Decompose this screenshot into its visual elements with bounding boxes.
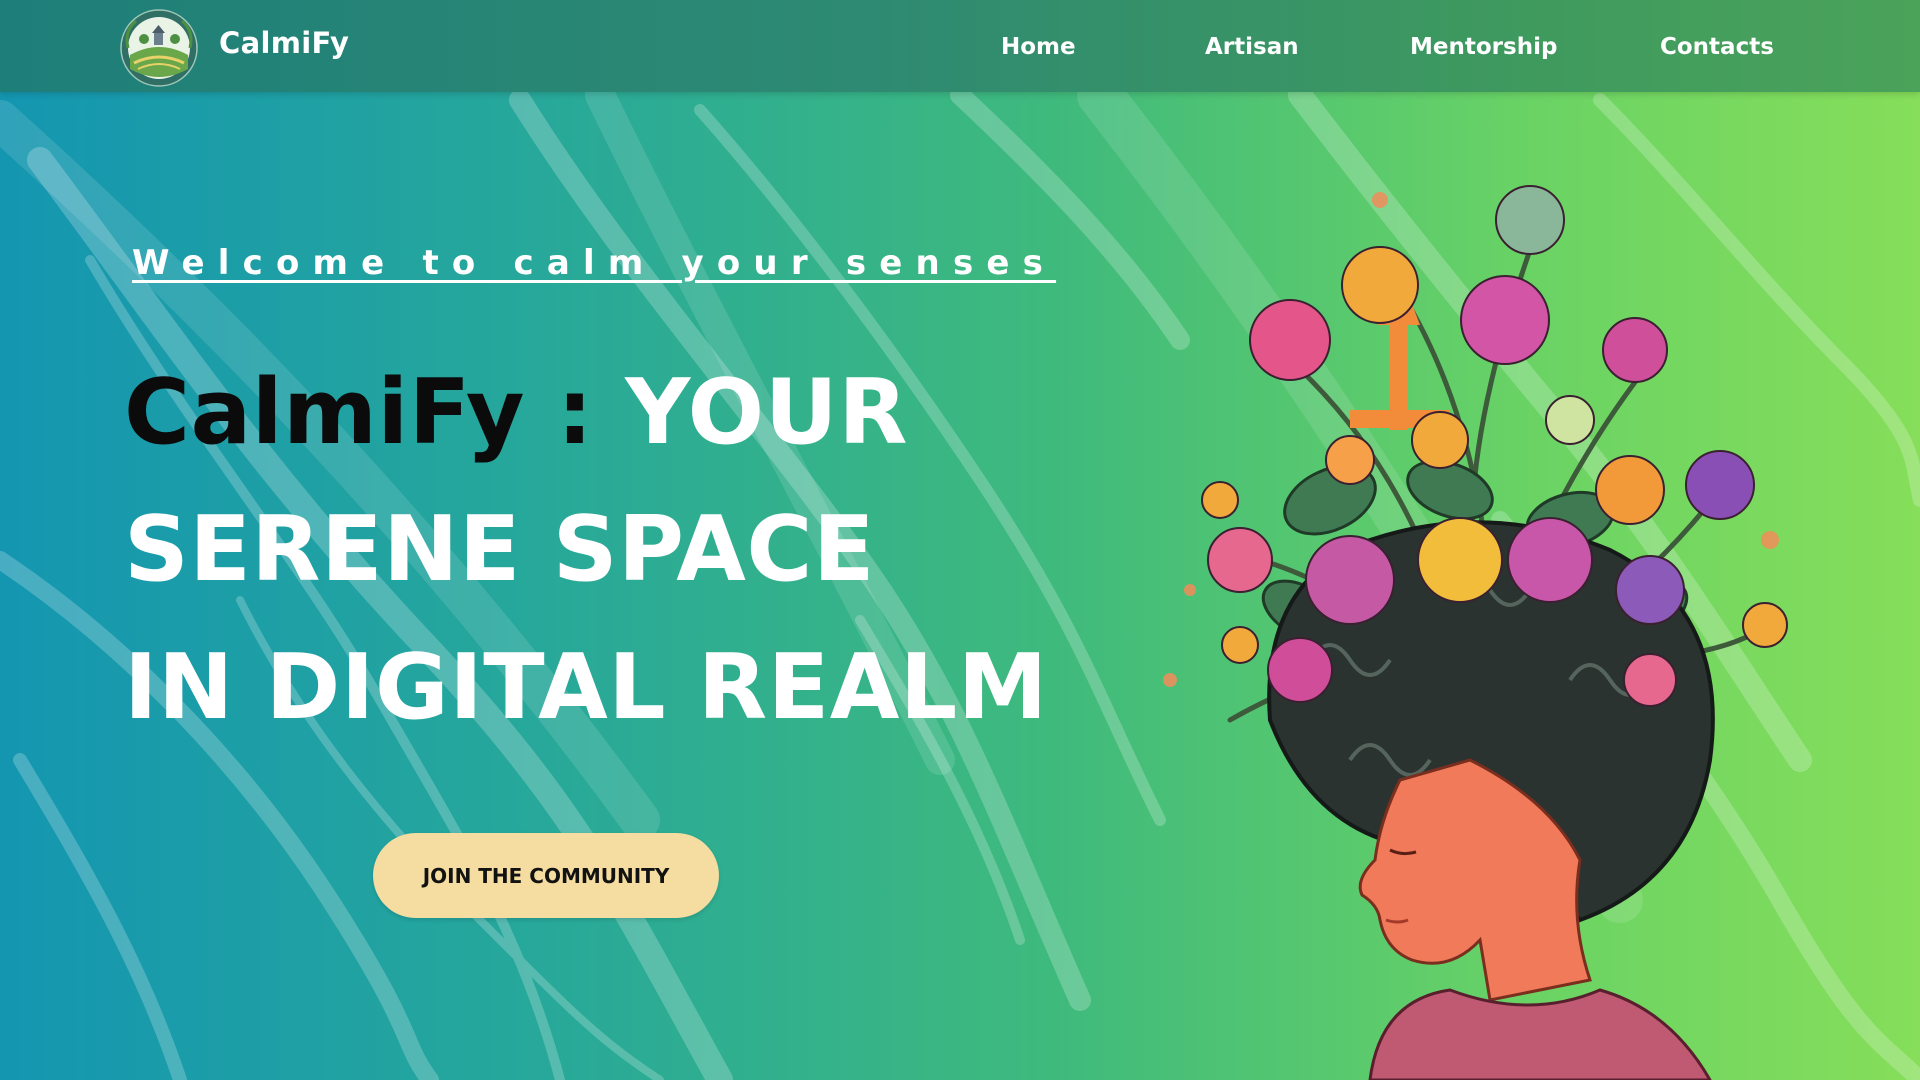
headline-brand: CalmiFy : <box>124 360 594 465</box>
calmify-logo-icon[interactable] <box>120 9 198 87</box>
nav-artisan[interactable]: Artisan <box>1205 34 1299 60</box>
join-community-button[interactable]: JOIN THE COMMUNITY <box>373 833 719 918</box>
headline-line-1: CalmiFy : YOUR <box>124 360 908 465</box>
nav-contacts[interactable]: Contacts <box>1660 34 1774 60</box>
headline-line-3: IN DIGITAL REALM <box>124 635 1048 740</box>
woman-flower-head-illustration <box>1163 185 1788 1080</box>
headline-line-2: SERENE SPACE <box>124 497 875 602</box>
brand-name[interactable]: CalmiFy <box>219 26 349 60</box>
nav-home[interactable]: Home <box>1001 34 1076 60</box>
headline-line1-rest: YOUR <box>625 360 909 465</box>
top-navbar: CalmiFy Home Artisan Mentorship Contacts <box>0 0 1920 92</box>
hero-tagline: Welcome to calm your senses <box>132 243 1057 283</box>
hero-section: CalmiFy Home Artisan Mentorship Contacts… <box>0 0 1920 1080</box>
nav-mentorship[interactable]: Mentorship <box>1410 34 1557 60</box>
